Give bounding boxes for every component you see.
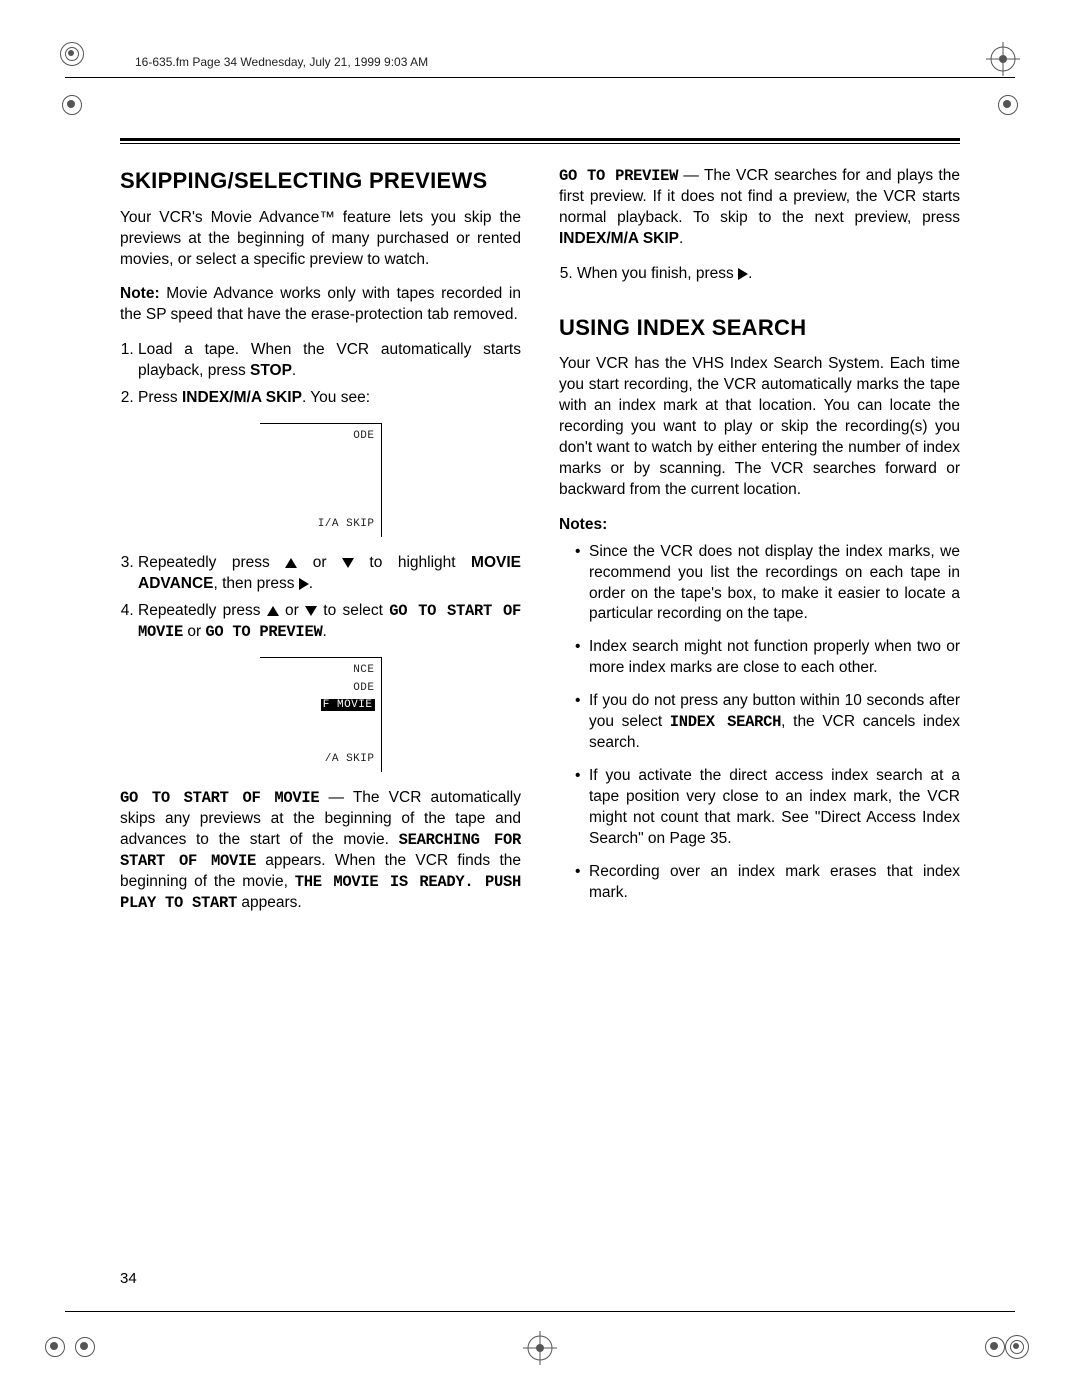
list-item: If you activate the direct access index … (589, 766, 960, 850)
list-item: If you do not press any button within 10… (589, 691, 960, 754)
dot-mark-icon (985, 1337, 1005, 1357)
dot-mark-icon (998, 95, 1018, 115)
down-icon (305, 606, 317, 616)
list-item: Load a tape. When the VCR automatically … (138, 340, 521, 382)
heading-index-search: USING INDEX SEARCH (559, 313, 960, 343)
list-item: Since the VCR does not display the index… (589, 542, 960, 626)
body-text: GO TO PREVIEW — The VCR searches for and… (559, 166, 960, 250)
registration-mark-icon (523, 1331, 557, 1365)
page-number: 34 (120, 1270, 137, 1287)
steps-list: Load a tape. When the VCR automatically … (120, 340, 521, 409)
steps-list: Repeatedly press or to highlight MOVIE A… (120, 553, 521, 643)
list-item: Press INDEX/M/A SKIP. You see: (138, 388, 521, 409)
footer-rule (65, 1311, 1015, 1312)
list-item: When you finish, press . (577, 264, 960, 285)
heading-skipping: SKIPPING/SELECTING PREVIEWS (120, 166, 521, 196)
dot-mark-icon (75, 1337, 95, 1357)
list-item: Repeatedly press or to highlight MOVIE A… (138, 553, 521, 595)
crop-mark-icon (60, 42, 90, 72)
notes-label: Notes: (559, 515, 960, 536)
up-icon (267, 606, 279, 616)
document-page: 16-635.fm Page 34 Wednesday, July 21, 19… (0, 0, 1080, 1397)
running-header: 16-635.fm Page 34 Wednesday, July 21, 19… (135, 55, 1015, 69)
section-rule (120, 138, 960, 144)
registration-mark-icon (986, 42, 1020, 76)
down-icon (342, 558, 354, 568)
list-item: Index search might not function properly… (589, 637, 960, 679)
up-icon (285, 558, 297, 568)
header-rule (65, 77, 1015, 78)
osd-screen: NCE ODE F MOVIE /A SKIP (260, 657, 382, 772)
body-text: Your VCR has the VHS Index Search System… (559, 354, 960, 500)
osd-screen: ODE I/A SKIP (260, 423, 382, 537)
play-icon (738, 268, 748, 280)
list-item: Recording over an index mark erases that… (589, 862, 960, 904)
content-columns: SKIPPING/SELECTING PREVIEWS Your VCR's M… (65, 166, 1015, 928)
note-label: Note: (120, 285, 160, 302)
notes-list: Since the VCR does not display the index… (559, 542, 960, 904)
right-column: GO TO PREVIEW — The VCR searches for and… (559, 166, 960, 928)
steps-list: When you finish, press . (559, 264, 960, 285)
list-item: Repeatedly press or to select GO TO STAR… (138, 601, 521, 643)
crop-mark-icon (1005, 1335, 1035, 1365)
note-text: Note: Movie Advance works only with tape… (120, 284, 521, 326)
body-text: Your VCR's Movie Advance™ feature lets y… (120, 208, 521, 271)
left-column: SKIPPING/SELECTING PREVIEWS Your VCR's M… (120, 166, 521, 928)
dot-mark-icon (45, 1337, 65, 1357)
body-text: GO TO START OF MOVIE — The VCR automatic… (120, 788, 521, 914)
dot-mark-icon (62, 95, 82, 115)
play-icon (299, 578, 309, 590)
